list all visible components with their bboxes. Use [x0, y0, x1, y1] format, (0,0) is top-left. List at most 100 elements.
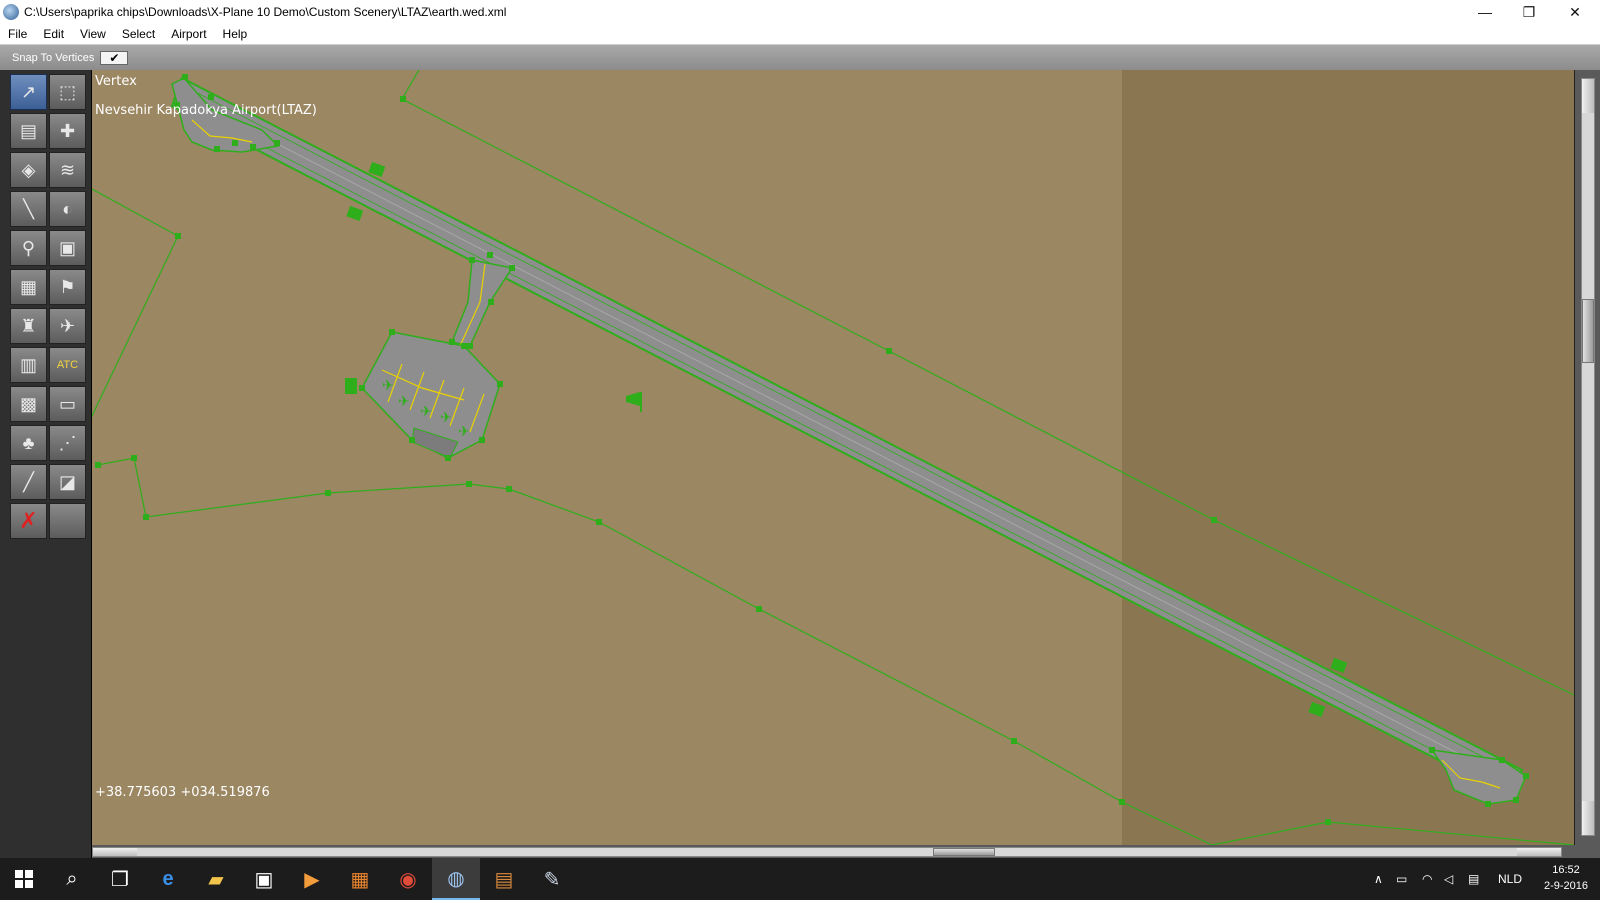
menu-file[interactable]: File	[0, 27, 35, 41]
object-icon: ▩	[19, 393, 37, 414]
menu-airport[interactable]: Airport	[163, 27, 214, 41]
map-canvas[interactable]: ✈ ✈ ✈ ✈ ✈	[92, 70, 1574, 845]
clock-time: 16:52	[1552, 864, 1580, 876]
store-icon[interactable]: ▣	[240, 858, 288, 900]
show-hidden-icons[interactable]: ∧	[1374, 858, 1383, 900]
vertex-icon: ↗	[20, 81, 37, 102]
exclusion-tool[interactable]: ✗	[10, 503, 47, 539]
marquee-tool[interactable]: ⬚	[49, 74, 86, 110]
title-bar: C:\Users\paprika chips\Downloads\X-Plane…	[0, 0, 1600, 24]
file-explorer-icon[interactable]: ▰	[192, 858, 240, 900]
edge-browser-icon[interactable]: e	[144, 858, 192, 900]
windows-logo-icon	[15, 870, 33, 888]
svg-text:✈: ✈	[440, 410, 452, 426]
battery-icon[interactable]: ▭	[1396, 858, 1407, 900]
svg-text:✈: ✈	[398, 394, 410, 410]
tool-palette: ↗ ⬚ ▤ ✚ ◈ ≋ ╲ ◐ ⚲ ▣ ▦ ⚑ ♜ ✈ ▥ ATC ▩ ▭ ♣ ⋰ ╱ ◪ ✗	[0, 70, 92, 858]
map-view[interactable]: ✈ ✈ ✈ ✈ ✈ Vertex Nevsehir Kapadokya Airp…	[92, 70, 1574, 845]
search-icon[interactable]: ⌕	[48, 858, 96, 900]
scroll-left-button[interactable]	[93, 848, 137, 856]
hole-tool[interactable]: ◐	[49, 191, 86, 227]
tower-viewpoint-tool[interactable]: ♜	[10, 308, 47, 344]
window-title: C:\Users\paprika chips\Downloads\X-Plane…	[24, 5, 507, 19]
menu-select[interactable]: Select	[114, 27, 163, 41]
line-icon: ▭	[58, 393, 76, 414]
close-button[interactable]: ✕	[1552, 0, 1598, 24]
clock[interactable]: 16:52 2-9-2016	[1536, 862, 1596, 894]
terrain-dark-region	[1122, 70, 1574, 845]
vertical-scroll-thumb[interactable]	[1582, 299, 1594, 363]
cursor-coordinates: +38.775603 +034.519876	[95, 785, 270, 800]
app-grid-icon[interactable]: ▦	[336, 858, 384, 900]
tower-viewpoint-icon: ♜	[20, 315, 37, 336]
horizontal-scroll-track[interactable]	[92, 847, 1562, 857]
light-fixture-icon: ⚲	[21, 237, 36, 258]
edit-mode-label: Vertex	[95, 74, 137, 89]
draped-polygon-tool[interactable]: ◪	[49, 464, 86, 500]
facade-tool[interactable]: ▥	[10, 347, 47, 383]
object-tool[interactable]: ▩	[10, 386, 47, 422]
scroll-right-button[interactable]	[1517, 848, 1561, 856]
taxiline-tool[interactable]: ╲	[10, 191, 47, 227]
menu-edit[interactable]: Edit	[35, 27, 72, 41]
runway-tool[interactable]: ▤	[10, 113, 47, 149]
maximize-button[interactable]: ❐	[1506, 0, 1552, 24]
scroll-down-button[interactable]	[1582, 801, 1594, 835]
chrome-browser-icon[interactable]: ◉	[384, 858, 432, 900]
task-view-icon[interactable]: ❐	[96, 858, 144, 900]
menu-help[interactable]: Help	[215, 27, 256, 41]
svg-text:✈: ✈	[382, 378, 394, 394]
taskbar: ⌕ ❐ e ▰ ▣ ▶ ▦ ◉ ◍ ▤ ✎ ∧ ▭ ◠ ◁ ▤ NLD 16:5…	[0, 858, 1600, 900]
helipad-icon: ✚	[59, 120, 76, 141]
windsock-tool[interactable]: ⚑	[49, 269, 86, 305]
vertical-scroll-track[interactable]	[1581, 78, 1595, 836]
vertex-tool[interactable]: ↗	[10, 74, 47, 110]
windsock-icon: ⚑	[59, 276, 76, 297]
helipad-tool[interactable]: ✚	[49, 113, 86, 149]
language-indicator[interactable]: NLD	[1498, 858, 1522, 900]
string-tool[interactable]: ⋰	[49, 425, 86, 461]
connecting-taxiway[interactable]	[450, 259, 514, 347]
boundary-tool[interactable]: ▦	[10, 269, 47, 305]
image-viewer-icon[interactable]: ▤	[480, 858, 528, 900]
empty-tool[interactable]	[49, 503, 86, 539]
light-fixture-tool[interactable]: ⚲	[10, 230, 47, 266]
snap-toolbar: Snap To Vertices ✔	[0, 44, 1600, 70]
sealane-tool[interactable]: ≋	[49, 152, 86, 188]
boundary-icon: ▦	[19, 276, 37, 297]
line-tool[interactable]: ▭	[49, 386, 86, 422]
horizontal-scroll-thumb[interactable]	[933, 848, 995, 856]
wed-app-icon[interactable]: ◍	[432, 858, 480, 900]
svg-text:✈: ✈	[458, 424, 470, 440]
exclusion-icon: ✗	[19, 508, 38, 533]
sign-icon: ▣	[58, 237, 76, 258]
paint-icon[interactable]: ✎	[528, 858, 576, 900]
wifi-icon[interactable]: ◠	[1422, 858, 1432, 900]
sealane-icon: ≋	[59, 159, 76, 180]
volume-icon[interactable]: ◁	[1444, 858, 1453, 900]
menu-view[interactable]: View	[72, 27, 114, 41]
draped-polygon-icon: ◪	[58, 471, 76, 492]
atc-flow-tool[interactable]: ATC	[49, 347, 86, 383]
polygon-tool[interactable]: ╱	[10, 464, 47, 500]
forest-icon: ♣	[22, 432, 35, 453]
scroll-up-button[interactable]	[1582, 79, 1594, 113]
snap-to-vertices-checkbox[interactable]: ✔	[100, 50, 129, 65]
atc-flow-icon: ATC	[56, 359, 79, 371]
media-player-icon[interactable]: ▶	[288, 858, 336, 900]
sign-tool[interactable]: ▣	[49, 230, 86, 266]
vertical-scrollbar[interactable]	[1574, 70, 1600, 845]
string-icon: ⋰	[58, 432, 77, 453]
runway-icon: ▤	[19, 120, 37, 141]
notifications-icon[interactable]: ▤	[1468, 858, 1479, 900]
snap-to-vertices-label: Snap To Vertices	[12, 51, 95, 64]
marquee-icon: ⬚	[58, 81, 76, 102]
forest-tool[interactable]: ♣	[10, 425, 47, 461]
hole-icon: ◐	[62, 198, 73, 219]
start-button[interactable]	[0, 858, 48, 900]
airport-name-label: Nevsehir Kapadokya Airport(LTAZ)	[95, 103, 317, 118]
taxiway-tool[interactable]: ◈	[10, 152, 47, 188]
minimize-button[interactable]: —	[1462, 0, 1508, 24]
horizontal-scrollbar[interactable]	[92, 845, 1600, 858]
ramp-start-tool[interactable]: ✈	[49, 308, 86, 344]
